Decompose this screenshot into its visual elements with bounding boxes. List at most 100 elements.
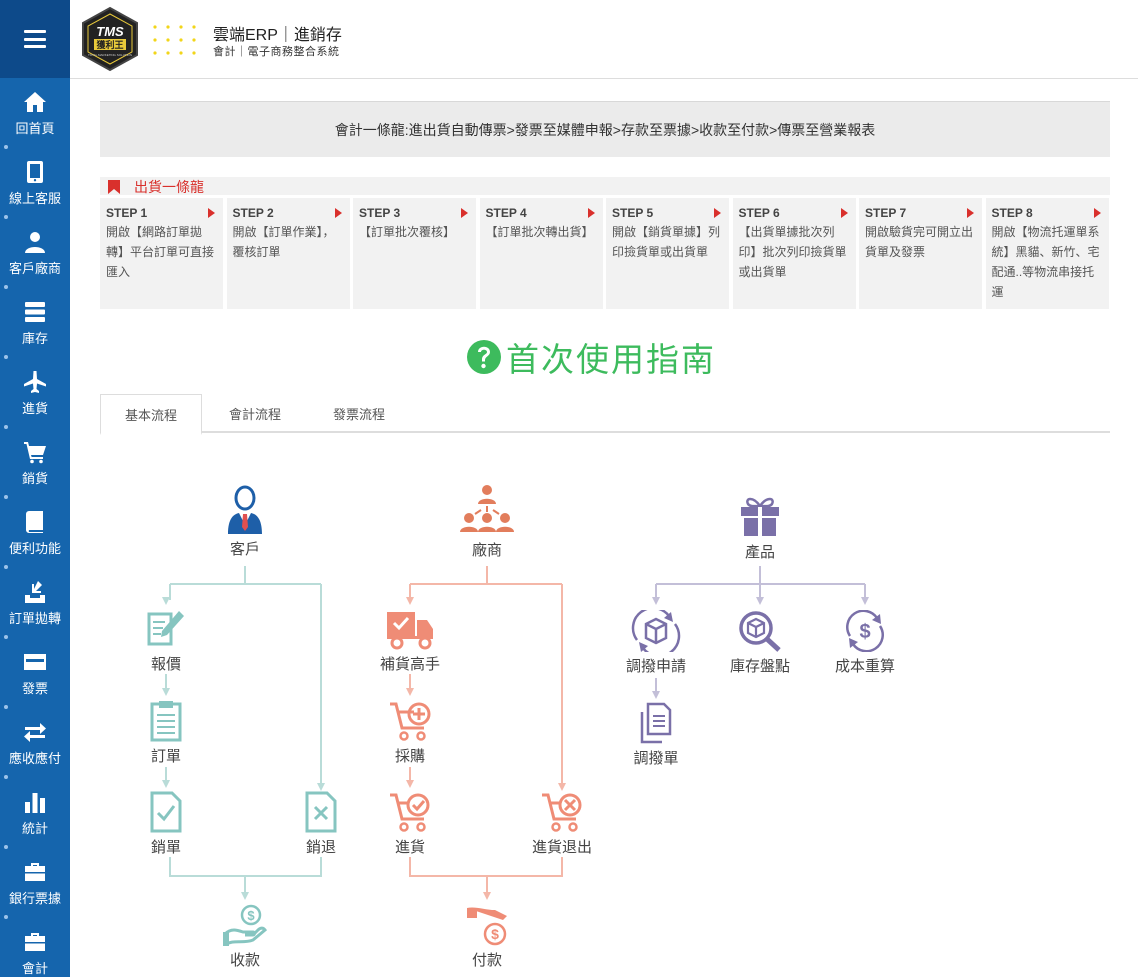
flow-steps: STEP 1 開啟【網路訂單拋轉】平台訂單可直接匯入 STEP 2 開啟【訂單作… <box>100 198 1110 309</box>
step-4[interactable]: STEP 4 【訂單批次轉出貨】 <box>479 198 603 309</box>
node-transfer-doc[interactable]: 調撥單 <box>626 702 686 768</box>
node-label: 庫存盤點 <box>729 658 790 675</box>
bar-chart-icon <box>25 792 45 813</box>
step-6[interactable]: STEP 6 【出貨單據批次列印】批次列印撿貨單或出貨單 <box>732 198 856 309</box>
cart-check-icon <box>390 793 430 832</box>
decorative-dots <box>153 25 196 55</box>
sidebar-item-home[interactable]: 回首頁 <box>0 78 70 148</box>
node-label: 成本重算 <box>834 658 895 675</box>
step-text: 【訂單批次覆核】 <box>359 225 456 239</box>
node-label: 收款 <box>229 952 260 969</box>
tms-logo[interactable]: TMS 獲利王 TOTAL MARKETING SOLUTION <box>80 6 140 72</box>
node-stock-in[interactable]: 進貨 <box>380 791 440 857</box>
customer-icon <box>228 485 262 534</box>
sidebar-item-receivables[interactable]: 應收應付 <box>0 705 70 778</box>
caret-right-icon <box>840 208 848 218</box>
cancel-document-icon <box>305 791 337 833</box>
logo-subtext: 獲利王 <box>96 39 123 51</box>
node-cost-recalc[interactable]: $ 成本重算 <box>825 610 905 676</box>
node-stock-return[interactable]: 進貨退出 <box>522 791 602 857</box>
brand-subtitle: 會計｜電子商務整合系統 <box>213 46 340 58</box>
tab-invoice-flow[interactable]: 發票流程 <box>308 394 410 433</box>
node-product[interactable]: 產品 <box>730 496 790 562</box>
step-head: STEP 7 <box>865 206 907 220</box>
briefcase-icon <box>25 862 45 881</box>
caret-right-icon <box>461 208 468 218</box>
node-sale-return[interactable]: 銷退 <box>291 791 351 857</box>
svg-text:$: $ <box>859 621 870 643</box>
step-text: 開啟【物流托運單系統】黑貓、新竹、宅配通..等物流串接托運 <box>991 225 1100 299</box>
node-label: 補貨高手 <box>379 656 440 673</box>
sidebar-item-accounting[interactable]: 會計 <box>0 915 70 977</box>
logo-tiny-text: TOTAL MARKETING SOLUTION <box>88 53 132 57</box>
node-label: 調撥單 <box>633 750 679 767</box>
sidebar-item-support[interactable]: 線上客服 <box>0 145 70 218</box>
node-purchase[interactable]: 採購 <box>380 700 440 766</box>
sidebar-item-statistics[interactable]: 統計 <box>0 775 70 848</box>
caret-right-icon <box>208 208 215 218</box>
card-icon <box>24 653 46 670</box>
search-box-icon <box>739 611 781 652</box>
step-text: 開啟【訂單作業】，覆核訂單 <box>232 225 335 259</box>
step-head: STEP 1 <box>106 206 148 220</box>
tab-label: 基本流程 <box>124 407 177 423</box>
guide-title-text: 首次使用指南 <box>506 341 716 378</box>
node-replenish[interactable]: 補貨高手 <box>372 608 448 674</box>
sidebar-item-contacts[interactable]: 客戶廠商 <box>0 215 70 288</box>
server-icon <box>25 301 45 322</box>
node-receive[interactable]: $ 收款 <box>215 904 275 970</box>
node-pay[interactable]: $ 付款 <box>457 904 517 970</box>
sidebar-item-invoice[interactable]: 發票 <box>0 635 70 708</box>
sidebar-item-utilities[interactable]: 便利功能 <box>0 495 70 568</box>
node-label: 銷單 <box>150 839 181 856</box>
sidebar-item-inventory[interactable]: 庫存 <box>0 285 70 358</box>
download-icon <box>25 580 45 603</box>
cart-icon <box>24 441 46 463</box>
tab-label: 會計流程 <box>228 407 281 422</box>
node-label: 客戶 <box>229 541 260 558</box>
flow-title-text: 出貨一條龍 <box>134 179 204 195</box>
hamburger-icon <box>24 30 46 48</box>
step-5[interactable]: STEP 5 開啟【銷貨單據】列印撿貨單或出貨單 <box>606 198 729 309</box>
tab-accounting-flow[interactable]: 會計流程 <box>204 394 306 433</box>
step-3[interactable]: STEP 3 【訂單批次覆核】 <box>353 198 476 309</box>
step-head: STEP 6 <box>738 206 780 220</box>
pay-money-icon: $ <box>467 907 507 946</box>
delivery-truck-icon <box>387 612 433 650</box>
mobile-icon <box>27 160 43 183</box>
node-label: 採購 <box>394 748 425 765</box>
brand-title: 雲端ERP｜進銷存 <box>213 27 342 44</box>
node-sale[interactable]: 銷單 <box>136 791 196 857</box>
edit-document-icon <box>147 611 184 646</box>
guide-title: 首次使用指南 <box>466 333 716 381</box>
sidebar-item-bank-notes[interactable]: 銀行票據 <box>0 845 70 918</box>
node-label: 銷退 <box>305 839 336 856</box>
node-vendor[interactable]: 廠商 <box>457 482 517 560</box>
node-label: 調撥申請 <box>625 658 686 675</box>
logo-text: TMS <box>96 24 124 39</box>
sidebar-item-purchase[interactable]: 進貨 <box>0 355 70 428</box>
cart-remove-icon <box>542 793 582 832</box>
node-transfer-request[interactable]: 調撥申請 <box>616 610 696 676</box>
airplane-icon <box>24 370 46 393</box>
svg-text:$: $ <box>491 926 499 942</box>
step-7[interactable]: STEP 7 開啟驗貨完可開立出貨單及發票 <box>859 198 982 309</box>
gift-icon <box>741 497 779 536</box>
box-transfer-icon <box>631 610 681 652</box>
menu-toggle-button[interactable] <box>0 0 70 78</box>
step-8[interactable]: STEP 8 開啟【物流托運單系統】黑貓、新竹、宅配通..等物流串接托運 <box>985 198 1109 309</box>
step-1[interactable]: STEP 1 開啟【網路訂單拋轉】平台訂單可直接匯入 <box>100 198 223 309</box>
step-head: STEP 8 <box>991 206 1033 220</box>
svg-text:$: $ <box>247 908 255 923</box>
briefcase-icon <box>25 932 45 951</box>
step-2[interactable]: STEP 2 開啟【訂單作業】，覆核訂單 <box>226 198 350 309</box>
node-order[interactable]: 訂單 <box>136 700 196 766</box>
node-quote[interactable]: 報價 <box>136 608 196 674</box>
node-inventory-check[interactable]: 庫存盤點 <box>720 610 800 676</box>
exchange-icon <box>24 722 46 742</box>
sidebar-item-sales[interactable]: 銷貨 <box>0 425 70 498</box>
sidebar-item-order-transfer[interactable]: 訂單拋轉 <box>0 565 70 638</box>
step-text: 開啟【銷貨單據】列印撿貨單或出貨單 <box>612 225 721 259</box>
tab-basic-flow[interactable]: 基本流程 <box>100 394 202 435</box>
node-customer[interactable]: 客戶 <box>215 485 275 559</box>
